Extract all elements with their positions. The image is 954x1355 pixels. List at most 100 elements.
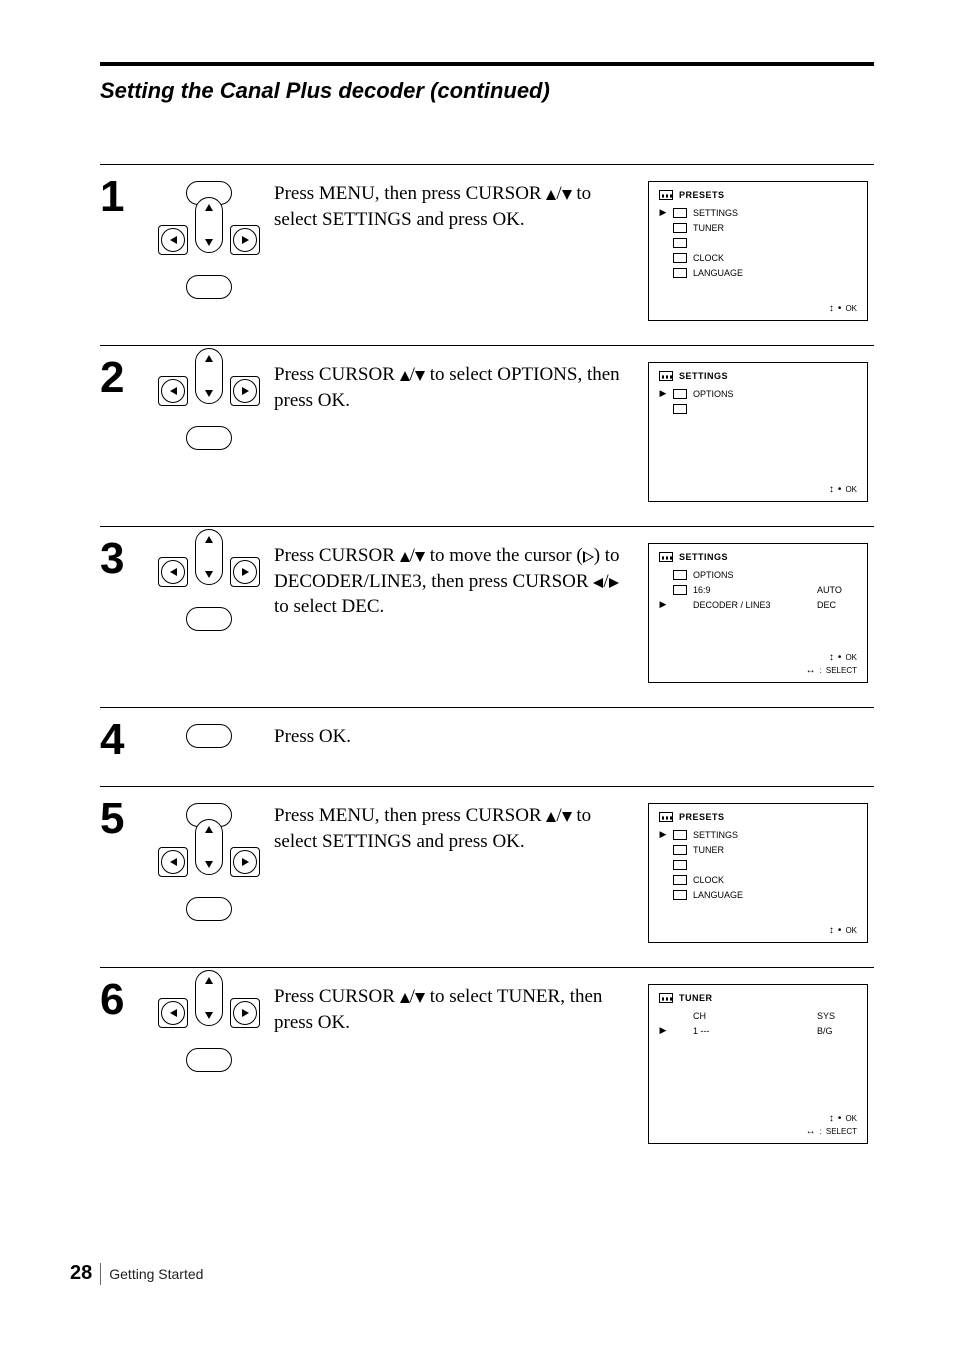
step-text-col: Press MENU, then press CURSOR / to selec… xyxy=(274,175,648,232)
step-screen-col: PRESETS▶SETTINGSTUNERCLOCKLANGUAGEOK xyxy=(648,797,874,943)
dpad-left-icon xyxy=(158,847,188,877)
dpad-left-icon xyxy=(158,557,188,587)
arrow-up-icon xyxy=(546,190,556,200)
switch-icon xyxy=(673,404,687,414)
osd-header: SETTINGS xyxy=(659,552,857,562)
row-value: DEC xyxy=(817,600,857,610)
film-icon xyxy=(659,371,673,381)
osd-rows: OPTIONS16:9AUTO▶DECODER / LINE3DEC xyxy=(659,568,857,611)
dpad-right-icon xyxy=(230,557,260,587)
arrow-up-icon xyxy=(400,552,410,562)
step-row: 3Press CURSOR / to move the cursor () to… xyxy=(100,527,874,707)
remote-icons xyxy=(186,1048,232,1072)
step-icons-col xyxy=(144,718,274,748)
osd-screen: SETTINGSOPTIONS16:9AUTO▶DECODER / LINE3D… xyxy=(648,543,868,683)
osd-row: CHSYS xyxy=(659,1009,857,1022)
page-title: Setting the Canal Plus decoder (continue… xyxy=(100,78,874,104)
clock-box-icon xyxy=(673,860,687,870)
step-instruction: Press CURSOR / to move the cursor () to … xyxy=(274,543,630,620)
row-label: CH xyxy=(693,1011,811,1021)
step-instruction: Press CURSOR / to select OPTIONS, then p… xyxy=(274,362,630,413)
updown-arrows-icon xyxy=(829,1113,834,1124)
row-label: TUNER xyxy=(693,223,857,233)
steps-container: 1Press MENU, then press CURSOR / to sele… xyxy=(100,164,874,1168)
osd-row: ▶SETTINGS xyxy=(659,206,857,219)
osd-row: CLOCK xyxy=(659,873,857,886)
step-instruction: Press OK. xyxy=(274,724,630,750)
row-cursor-icon: ▶ xyxy=(659,829,667,840)
dpad-icon xyxy=(156,211,262,269)
row-label: LANGUAGE xyxy=(693,890,857,900)
top-rule xyxy=(100,62,874,66)
dpad-updown-icon xyxy=(195,197,223,253)
step-screen-col: SETTINGS▶OPTIONSOK xyxy=(648,356,874,502)
osd-title: PRESETS xyxy=(679,190,725,200)
leftright-arrows-icon xyxy=(806,665,816,676)
switch-icon xyxy=(673,585,687,595)
row-label: TUNER xyxy=(693,845,857,855)
row-cursor-icon: ▶ xyxy=(659,599,667,610)
step-instruction: Press MENU, then press CURSOR / to selec… xyxy=(274,803,630,854)
film-icon xyxy=(659,552,673,562)
row-label: CLOCK xyxy=(693,875,857,885)
osd-header: TUNER xyxy=(659,993,857,1003)
updown-arrows-icon xyxy=(829,303,834,314)
row-label: CLOCK xyxy=(693,253,857,263)
ok-button-icon xyxy=(186,1048,232,1072)
updown-arrows-icon xyxy=(829,925,834,936)
row-label: OPTIONS xyxy=(693,570,857,580)
osd-row: TUNER xyxy=(659,221,857,234)
step-text-col: Press CURSOR / to select TUNER, then pre… xyxy=(274,978,648,1035)
arrow-down-icon xyxy=(562,190,572,200)
video-icon xyxy=(673,389,687,399)
dpad-left-icon xyxy=(158,225,188,255)
step-row: 1Press MENU, then press CURSOR / to sele… xyxy=(100,165,874,345)
step-row: 2Press CURSOR / to select OPTIONS, then … xyxy=(100,346,874,526)
dpad-updown-icon xyxy=(195,819,223,875)
footer-divider xyxy=(100,1263,101,1285)
remote-icons xyxy=(186,275,232,299)
remote-icons xyxy=(156,211,262,269)
remote-icons xyxy=(186,607,232,631)
step-icons-col xyxy=(144,797,274,921)
dpad-left-icon xyxy=(158,376,188,406)
step-row: 5Press MENU, then press CURSOR / to sele… xyxy=(100,787,874,967)
osd-footer: OK xyxy=(829,925,857,936)
clock-icon xyxy=(673,253,687,263)
dpad-icon xyxy=(156,543,262,601)
osd-row: TUNER xyxy=(659,843,857,856)
osd-row xyxy=(659,402,857,415)
osd-row: ▶DECODER / LINE3DEC xyxy=(659,598,857,611)
osd-screen: PRESETS▶SETTINGSTUNERCLOCKLANGUAGEOK xyxy=(648,181,868,321)
ok-button-icon xyxy=(186,275,232,299)
ok-button-icon xyxy=(186,897,232,921)
video-icon xyxy=(673,570,687,580)
row-cursor-icon: ▶ xyxy=(659,207,667,218)
antenna-icon xyxy=(659,993,673,1003)
osd-rows: ▶OPTIONS xyxy=(659,387,857,415)
osd-header: SETTINGS xyxy=(659,371,857,381)
dpad-left-icon xyxy=(158,998,188,1028)
step-instruction: Press MENU, then press CURSOR / to selec… xyxy=(274,181,630,232)
bullet-icon xyxy=(838,652,842,663)
clock-icon xyxy=(673,875,687,885)
dpad-updown-icon xyxy=(195,529,223,585)
row-label: SETTINGS xyxy=(693,830,857,840)
step-number: 6 xyxy=(100,978,144,1022)
dpad-updown-icon xyxy=(195,348,223,404)
step-row: 6 Press CURSOR / to select TUNER, then pr… xyxy=(100,968,874,1168)
arrow-left-icon xyxy=(593,578,603,588)
remote-icons xyxy=(156,543,262,601)
bullet-icon xyxy=(838,1113,842,1124)
osd-row: ▶1 ---B/G xyxy=(659,1024,857,1037)
remote-icons xyxy=(156,833,262,891)
step-screen-col xyxy=(648,718,874,724)
row-label: OPTIONS xyxy=(693,389,857,399)
lang-icon xyxy=(673,890,687,900)
osd-title: SETTINGS xyxy=(679,371,728,381)
osd-title: SETTINGS xyxy=(679,552,728,562)
arrow-down-icon xyxy=(415,371,425,381)
step-screen-col: PRESETS▶SETTINGSTUNERCLOCKLANGUAGEOK xyxy=(648,175,874,321)
cassette-icon xyxy=(659,812,673,822)
osd-rows: ▶SETTINGSTUNERCLOCKLANGUAGE xyxy=(659,206,857,279)
